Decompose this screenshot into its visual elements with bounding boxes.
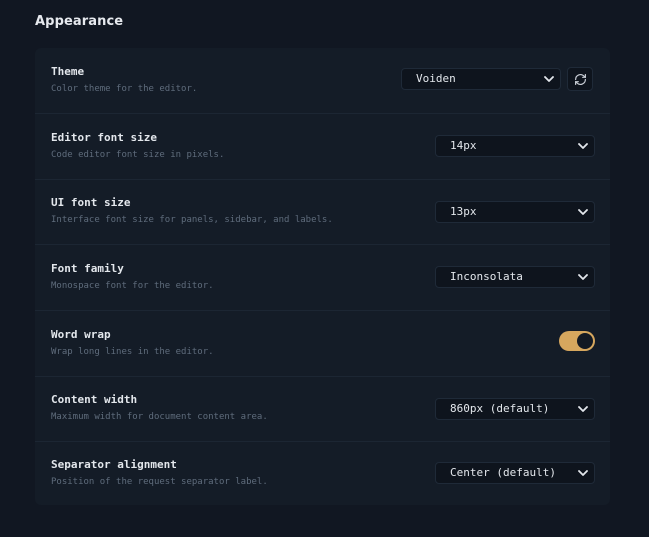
section-title: Appearance bbox=[35, 14, 124, 29]
select-value: 14px bbox=[450, 139, 477, 152]
setting-description: Wrap long lines in the editor. bbox=[51, 347, 214, 357]
select-value: Inconsolata bbox=[450, 270, 523, 283]
setting-row-word-wrap: Word wrap Wrap long lines in the editor. bbox=[35, 311, 610, 377]
select-value: 860px (default) bbox=[450, 402, 550, 415]
ui-font-size-select[interactable]: 13px bbox=[435, 201, 595, 223]
setting-row-editor-font-size: Editor font size Code editor font size i… bbox=[35, 114, 610, 180]
setting-row-content-width: Content width Maximum width for document… bbox=[35, 376, 610, 442]
setting-title: Content width bbox=[51, 393, 138, 406]
setting-title: Font family bbox=[51, 262, 124, 275]
content-width-select[interactable]: 860px (default) bbox=[435, 398, 595, 420]
setting-description: Color theme for the editor. bbox=[51, 84, 198, 94]
setting-description: Maximum width for document content area. bbox=[51, 412, 268, 422]
chevron-down-icon bbox=[578, 470, 588, 476]
setting-row-theme: Theme Color theme for the editor. Voiden bbox=[35, 48, 610, 114]
setting-description: Code editor font size in pixels. bbox=[51, 150, 225, 160]
setting-description: Position of the request separator label. bbox=[51, 477, 268, 487]
select-value: Voiden bbox=[416, 72, 456, 85]
chevron-down-icon bbox=[578, 274, 588, 280]
font-family-select[interactable]: Inconsolata bbox=[435, 266, 595, 288]
setting-title: UI font size bbox=[51, 196, 131, 209]
chevron-down-icon bbox=[544, 76, 554, 82]
select-value: 13px bbox=[450, 205, 477, 218]
editor-font-size-select[interactable]: 14px bbox=[435, 135, 595, 157]
setting-title: Separator alignment bbox=[51, 458, 177, 471]
chevron-down-icon bbox=[578, 209, 588, 215]
chevron-down-icon bbox=[578, 406, 588, 412]
toggle-knob bbox=[577, 333, 593, 349]
setting-title: Theme bbox=[51, 65, 85, 78]
setting-description: Monospace font for the editor. bbox=[51, 281, 214, 291]
word-wrap-toggle[interactable] bbox=[559, 331, 595, 351]
select-value: Center (default) bbox=[450, 466, 556, 479]
chevron-down-icon bbox=[578, 143, 588, 149]
setting-row-font-family: Font family Monospace font for the edito… bbox=[35, 245, 610, 311]
appearance-settings-card: Theme Color theme for the editor. Voiden… bbox=[35, 48, 610, 505]
setting-row-separator-alignment: Separator alignment Position of the requ… bbox=[35, 441, 610, 505]
separator-alignment-select[interactable]: Center (default) bbox=[435, 462, 595, 484]
refresh-icon bbox=[575, 74, 586, 85]
setting-title: Editor font size bbox=[51, 131, 157, 144]
setting-description: Interface font size for panels, sidebar,… bbox=[51, 215, 333, 225]
theme-select[interactable]: Voiden bbox=[401, 68, 561, 90]
setting-title: Word wrap bbox=[51, 328, 111, 341]
refresh-themes-button[interactable] bbox=[567, 67, 593, 91]
setting-row-ui-font-size: UI font size Interface font size for pan… bbox=[35, 179, 610, 245]
